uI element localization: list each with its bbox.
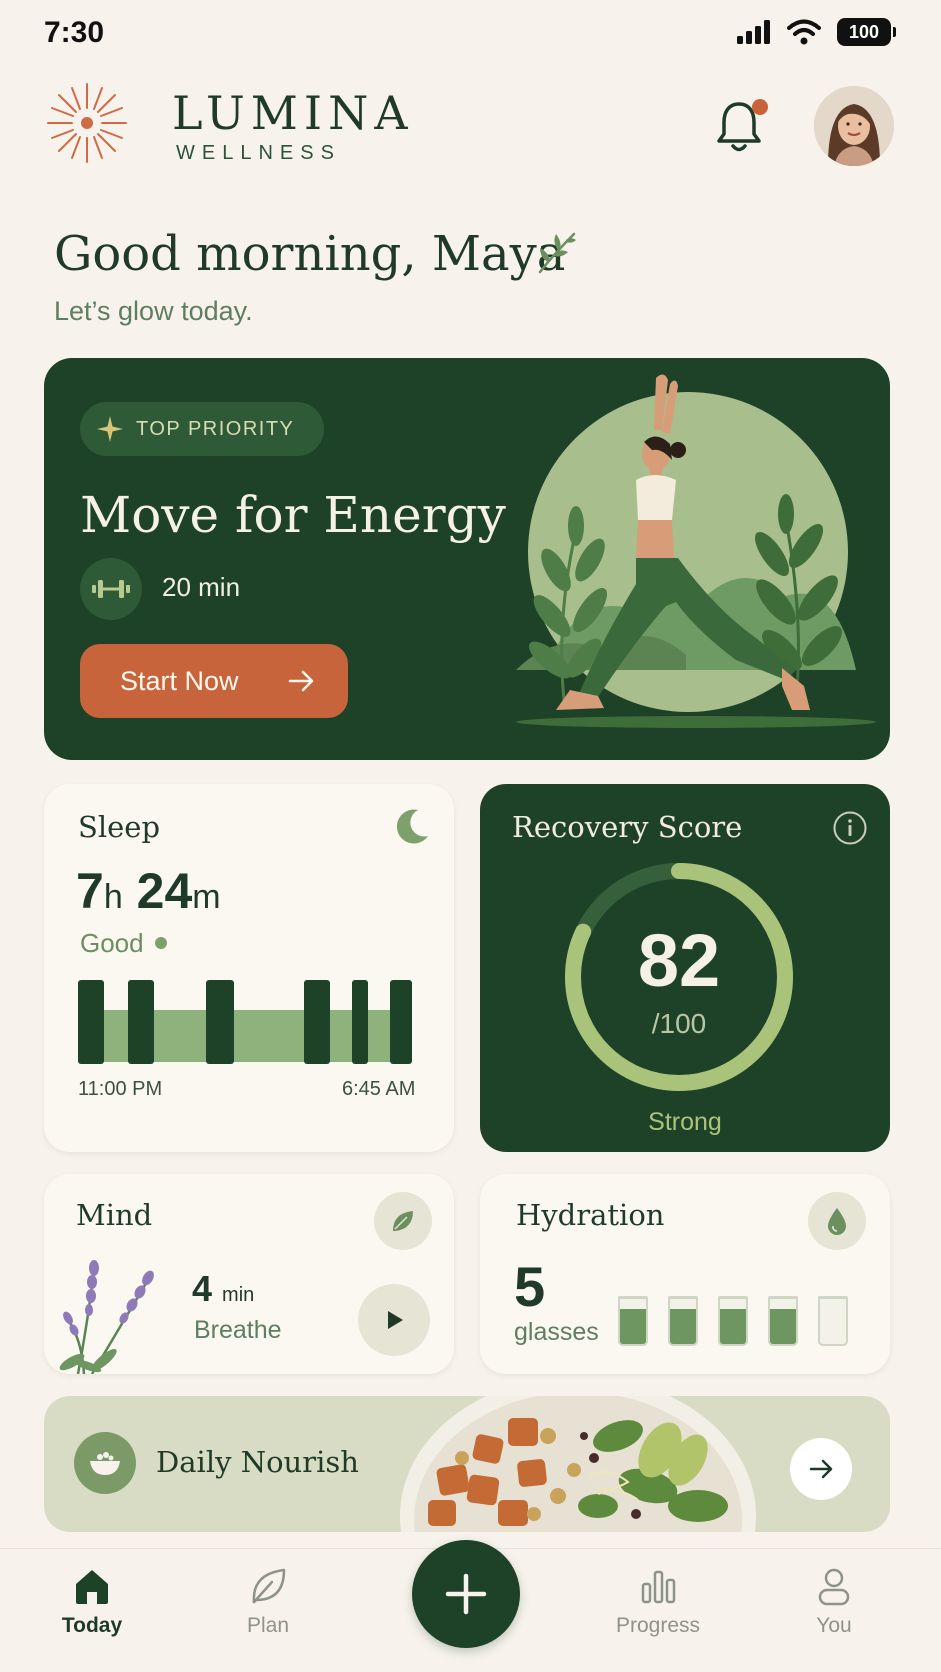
sun-logo-icon [47,83,127,163]
priority-badge-label: TOP PRIORITY [136,417,295,440]
sleep-deep-bar [128,980,154,1064]
recovery-label: Strong [648,1108,722,1136]
sprig-icon [538,232,576,274]
lavender-illustration [59,1260,154,1374]
avatar[interactable] [814,86,894,166]
greeting-title: Good morning, Maya [54,226,566,282]
sleep-deep-bar [78,980,104,1064]
mind-label: Breathe [194,1316,282,1344]
tab-you[interactable]: You [764,1566,904,1638]
tab-progress[interactable]: Progress [588,1566,728,1638]
mind-value: 4 [192,1268,213,1309]
add-button[interactable] [412,1540,520,1648]
water-glasses [618,1296,848,1346]
sleep-quality: Good [80,928,144,958]
mind-duration: 4 min [192,1268,254,1310]
info-icon[interactable] [832,810,868,846]
leaf-icon [252,1568,286,1604]
home-icon [76,1570,108,1604]
water-glass [618,1296,648,1346]
sleep-deep-bar [390,980,412,1064]
brand-subtitle: WELLNESS [176,142,341,164]
tab-you-label: You [816,1614,852,1637]
recovery-max: /100 [651,1008,707,1039]
food-bowl-illustration [400,1396,756,1532]
tab-today-label: Today [61,1614,123,1637]
leaf-icon [393,1211,413,1231]
daily-nourish-title: Daily Nourish [156,1445,359,1479]
battery-indicator: 100 [837,18,896,46]
tab-today[interactable]: Today [22,1566,162,1638]
water-fill [720,1308,746,1344]
moon-icon [396,809,428,844]
water-fill [620,1308,646,1344]
greeting-subtitle: Let’s glow today. [54,296,253,326]
person-icon [818,1568,850,1606]
hydration-title: Hydration [516,1198,665,1232]
notification-dot [752,99,768,115]
water-drop-icon [828,1208,846,1235]
water-glass [668,1296,698,1346]
play-button[interactable] [358,1284,430,1356]
sleep-minutes: 24 [136,863,193,919]
hydration-badge [808,1192,866,1250]
water-glass [768,1296,798,1346]
mind-leaf-badge [374,1192,432,1250]
water-fill [670,1308,696,1344]
play-icon [388,1311,403,1329]
tab-progress-label: Progress [615,1614,701,1637]
hydration-unit: glasses [514,1318,599,1346]
dumbbell-icon [80,558,142,620]
sleep-deep-bar [206,980,234,1064]
sleep-deep-bar [352,980,368,1064]
brand-title: LUMINA [172,86,414,140]
sleep-end-time: 6:45 AM [342,1078,416,1100]
quality-dot [155,937,167,949]
sleep-minutes-unit: m [192,878,221,916]
bar-chart-icon [641,1570,676,1604]
sleep-duration: 7h 24m [76,862,221,920]
status-time: 7:30 [44,16,105,49]
mind-title: Mind [76,1198,153,1232]
hero-duration: 20 min [162,572,241,602]
daily-nourish-open-button[interactable] [790,1438,852,1500]
hero-title: Move for Energy [80,486,506,544]
water-glass [718,1296,748,1346]
priority-badge: TOP PRIORITY [80,402,324,456]
sleep-hours-unit: h [103,878,123,916]
recovery-title: Recovery Score [512,810,743,844]
start-now-button[interactable]: Start Now [80,644,348,718]
sparkle-icon [97,416,123,442]
arrow-right-icon [809,1459,833,1479]
sleep-hours: 7 [76,863,104,919]
plus-icon [445,1573,487,1615]
sleep-stages-chart [78,980,412,1064]
sleep-deep-bar [304,980,330,1064]
mind-unit: min [222,1284,255,1306]
tab-plan-label: Plan [246,1614,290,1637]
water-fill [770,1308,796,1344]
bowl-icon [74,1432,136,1494]
arrow-right-icon [288,670,314,692]
sleep-start-time: 11:00 PM [78,1078,163,1100]
sleep-title: Sleep [78,810,161,844]
hydration-value: 5 [514,1255,546,1318]
recovery-score: 82 [637,919,721,1002]
signal-icon [737,20,770,44]
water-glass [818,1296,848,1346]
wifi-icon [787,19,821,45]
tab-plan[interactable]: Plan [198,1566,338,1638]
start-now-label: Start Now [120,665,239,696]
yoga-illustration [516,374,876,728]
status-icons: 100 [737,18,896,46]
